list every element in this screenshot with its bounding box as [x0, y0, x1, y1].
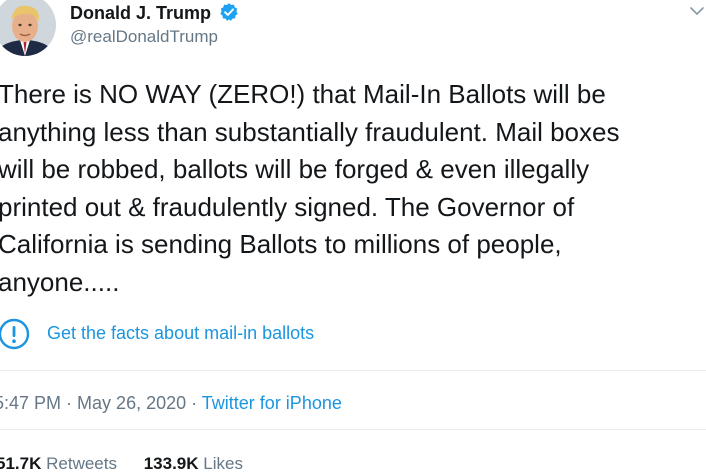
verified-badge-icon [220, 3, 238, 21]
tweet-stats: 51.7K Retweets 133.9K Likes [0, 454, 265, 474]
tweet-text-line: California is sending Ballots to million… [0, 229, 562, 259]
divider [0, 370, 706, 371]
tweet-text-line: There is NO WAY (ZERO!) that Mail-In Bal… [0, 79, 606, 109]
tweet-time[interactable]: 5:47 PM [0, 393, 61, 413]
tweet-text-line: printed out & fraudulently signed. The G… [0, 191, 575, 222]
tweet-text: There is NO WAY (ZERO!) that Mail-In Bal… [0, 76, 704, 301]
avatar-image [0, 0, 56, 56]
tweet-text-line: anyone..... [0, 266, 120, 297]
tweet-text-line: will be robbed, ballots will be forged &… [0, 154, 590, 184]
tweet-source-link[interactable]: Twitter for iPhone [202, 393, 342, 413]
fact-check-label: Get the facts about mail-in ballots [47, 323, 315, 343]
chevron-down-icon[interactable] [688, 2, 706, 20]
likes-stat[interactable]: 133.9K Likes [144, 454, 243, 474]
author-handle[interactable]: @realDonaldTrump [70, 27, 218, 47]
meta-separator: · [61, 393, 78, 413]
tweet-meta: 5:47 PM · May 26, 2020 · Twitter for iPh… [0, 393, 342, 414]
divider [0, 429, 706, 430]
retweets-stat[interactable]: 51.7K Retweets [0, 454, 117, 474]
author-name-text: Donald J. Trump [70, 3, 212, 23]
likes-label: Likes [203, 454, 243, 473]
exclamation-circle-icon [0, 318, 30, 350]
tweet-date[interactable]: May 26, 2020 [77, 393, 186, 413]
likes-count: 133.9K [143, 454, 199, 473]
tweet-text-line: anything less than substantially fraudul… [0, 116, 620, 147]
fact-check-link[interactable]: Get the facts about mail-in ballots [0, 318, 700, 350]
avatar[interactable] [0, 0, 56, 56]
meta-separator: · [186, 393, 202, 413]
tweet-detail: Donald J. Trump @realDonaldTrump There i… [0, 0, 706, 474]
retweets-count: 51.7K [0, 454, 42, 473]
retweets-label: Retweets [46, 454, 117, 473]
author-name[interactable]: Donald J. Trump [70, 2, 239, 24]
